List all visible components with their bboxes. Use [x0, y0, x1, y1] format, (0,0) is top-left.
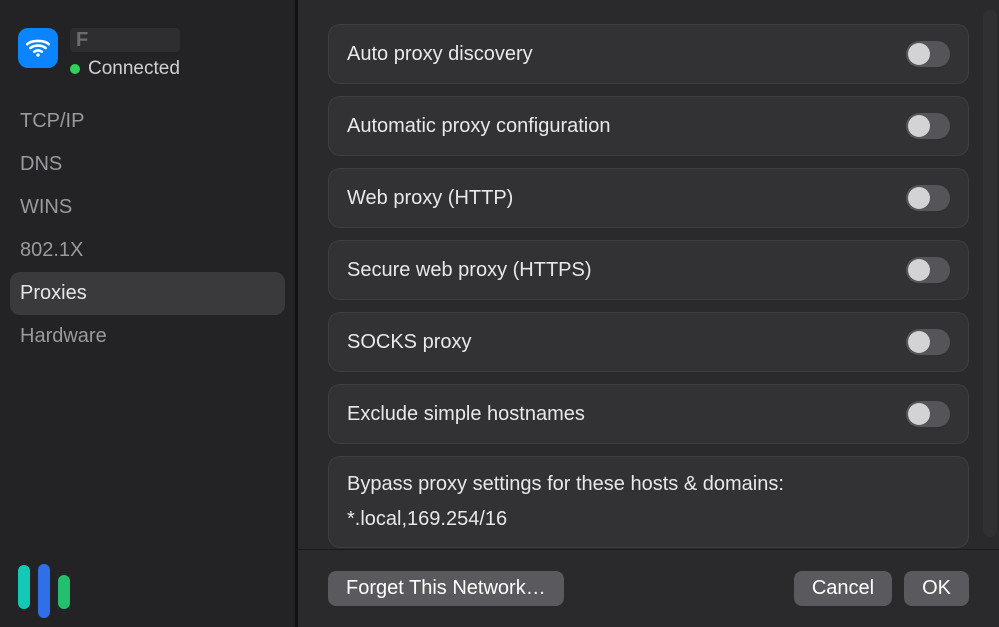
toggle-knob-icon [908, 115, 930, 137]
sidebar-item-label: Hardware [20, 325, 107, 347]
proxy-row-label: Automatic proxy configuration [347, 115, 610, 138]
sidebar-items: TCP/IP DNS WINS 802.1X Proxies Hardware [10, 100, 285, 358]
sidebar: F Connected TCP/IP DNS WINS 802.1X Proxies Ha… [0, 0, 298, 627]
network-header: F Connected [10, 20, 285, 94]
network-name: F [70, 28, 180, 52]
toggle-knob-icon [908, 259, 930, 281]
network-info: F Connected [70, 28, 180, 80]
proxy-row-https: Secure web proxy (HTTPS) [328, 240, 969, 300]
bypass-value[interactable]: *.local,169.254/16 [347, 508, 950, 531]
sidebar-item-hardware[interactable]: Hardware [10, 315, 285, 358]
sidebar-item-label: TCP/IP [20, 110, 84, 132]
proxies-scroll[interactable]: Auto proxy discovery Automatic proxy conf… [298, 0, 999, 549]
toggle-socks[interactable] [906, 329, 950, 355]
proxy-row-http: Web proxy (HTTP) [328, 168, 969, 228]
toggle-auto-discovery[interactable] [906, 41, 950, 67]
status-dot-icon [70, 64, 80, 74]
wifi-icon [18, 28, 58, 68]
sidebar-item-label: DNS [20, 153, 62, 175]
sidebar-item-label: WINS [20, 196, 72, 218]
toggle-knob-icon [908, 187, 930, 209]
scrollbar-track[interactable] [983, 10, 997, 537]
ok-button[interactable]: OK [904, 571, 969, 606]
proxy-row-label: Exclude simple hostnames [347, 403, 585, 426]
bypass-panel: Bypass proxy settings for these hosts & … [328, 456, 969, 548]
toggle-knob-icon [908, 403, 930, 425]
sidebar-item-8021x[interactable]: 802.1X [10, 229, 285, 272]
forget-network-button[interactable]: Forget This Network… [328, 571, 564, 606]
app-logo-icon [18, 553, 78, 609]
proxy-row-label: SOCKS proxy [347, 331, 471, 354]
cancel-button[interactable]: Cancel [794, 571, 892, 606]
toggle-knob-icon [908, 331, 930, 353]
proxy-row-label: Secure web proxy (HTTPS) [347, 259, 592, 282]
toggle-exclude-simple[interactable] [906, 401, 950, 427]
bypass-title: Bypass proxy settings for these hosts & … [347, 473, 950, 496]
sidebar-item-label: Proxies [20, 282, 87, 304]
sidebar-item-proxies[interactable]: Proxies [10, 272, 285, 315]
toggle-knob-icon [908, 43, 930, 65]
toggle-auto-config[interactable] [906, 113, 950, 139]
proxy-row-exclude-simple: Exclude simple hostnames [328, 384, 969, 444]
sidebar-item-wins[interactable]: WINS [10, 186, 285, 229]
proxy-row-label: Auto proxy discovery [347, 43, 533, 66]
window-root: F Connected TCP/IP DNS WINS 802.1X Proxies Ha… [0, 0, 999, 627]
sidebar-item-label: 802.1X [20, 239, 83, 261]
toggle-http[interactable] [906, 185, 950, 211]
proxy-row-socks: SOCKS proxy [328, 312, 969, 372]
proxy-row-auto-config: Automatic proxy configuration [328, 96, 969, 156]
network-status: Connected [70, 58, 180, 80]
sidebar-item-dns[interactable]: DNS [10, 143, 285, 186]
sidebar-item-tcpip[interactable]: TCP/IP [10, 100, 285, 143]
proxy-row-auto-discovery: Auto proxy discovery [328, 24, 969, 84]
proxy-row-label: Web proxy (HTTP) [347, 187, 513, 210]
toggle-https[interactable] [906, 257, 950, 283]
footer: Forget This Network… Cancel OK [298, 549, 999, 627]
status-label: Connected [88, 58, 180, 80]
main-panel: Auto proxy discovery Automatic proxy conf… [298, 0, 999, 627]
